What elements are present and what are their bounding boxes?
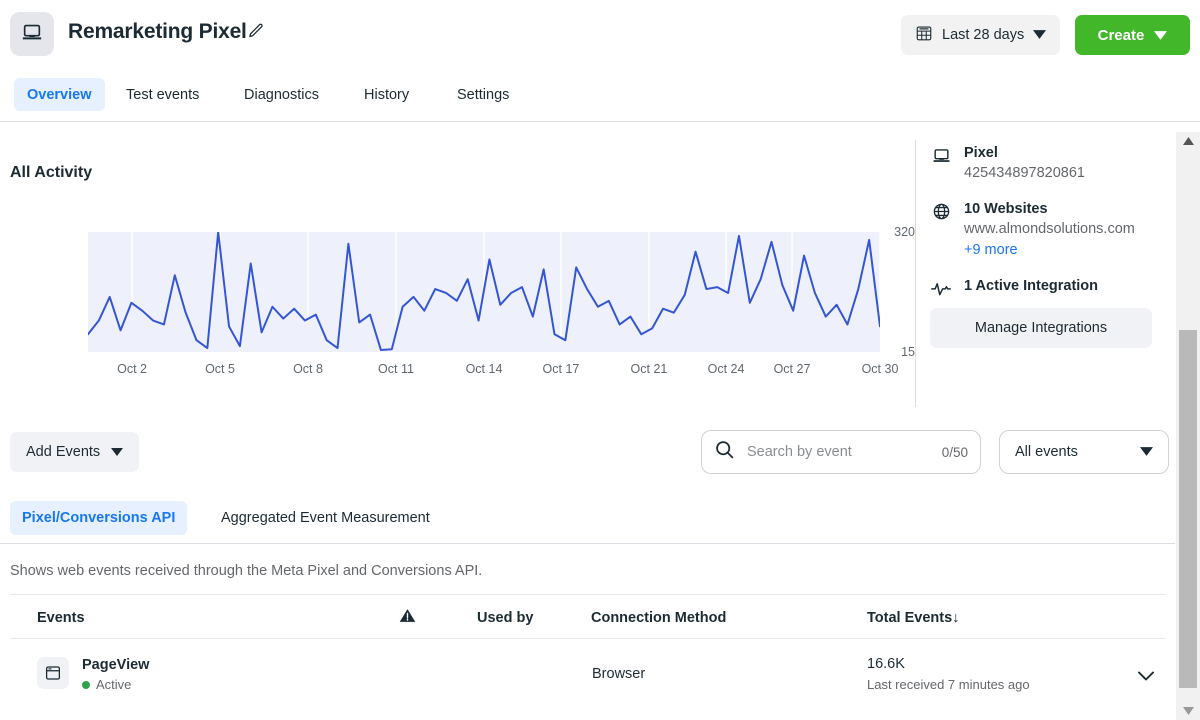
activity-chart: 320 15 Oct 2 Oct 5 Oct 8 Oct 11 Oct 14 Oct 17…	[0, 140, 915, 408]
calendar-grid-icon	[915, 24, 933, 46]
status-dot-icon	[82, 680, 90, 689]
tab-test-events[interactable]: Test events	[113, 78, 212, 111]
laptop-icon	[21, 21, 43, 48]
chart-x-tick: Oct 17	[542, 362, 580, 376]
edit-title-button[interactable]	[244, 21, 268, 45]
tab-history[interactable]: History	[351, 78, 422, 111]
table-description: Shows web events received through the Me…	[10, 563, 483, 579]
chevron-down-icon	[1140, 443, 1153, 461]
search-input[interactable]	[745, 443, 942, 461]
pixel-info-row: Pixel 425434897820861	[930, 144, 1170, 184]
chevron-down-icon	[1033, 27, 1047, 43]
pixel-avatar	[10, 12, 54, 56]
last-received-value: Last received 7 minutes ago	[867, 677, 1030, 692]
scroll-down-button[interactable]	[1176, 702, 1200, 720]
browser-window-icon	[37, 657, 69, 689]
pencil-icon	[247, 22, 265, 45]
pixel-label: Pixel	[964, 145, 998, 161]
integration-label: 1 Active Integration	[964, 278, 1099, 294]
chart-x-tick: Oct 30	[861, 362, 899, 376]
chart-x-tick: Oct 8	[293, 362, 323, 376]
websites-more-link[interactable]: +9 more	[964, 240, 1170, 261]
page-title: Remarketing Pixel	[68, 20, 247, 43]
chart-x-tick: Oct 2	[117, 362, 147, 376]
sort-desc-icon: ↓	[952, 610, 960, 626]
column-header-used-by[interactable]: Used by	[477, 610, 533, 626]
event-source-subtabs: Pixel/Conversions API Aggregated Event M…	[0, 492, 1175, 544]
column-header-total-events-label: Total Events	[867, 610, 953, 626]
add-events-label: Add Events	[26, 444, 101, 460]
chevron-down-icon	[1154, 28, 1168, 43]
page-header: Remarketing Pixel Last 28 days Create	[0, 0, 1200, 68]
pulse-icon	[930, 278, 952, 298]
websites-label: 10 Websites	[964, 201, 1048, 217]
events-filter-label: All events	[1015, 444, 1078, 460]
connection-method-value: Browser	[592, 666, 646, 682]
websites-info-row: 10 Websites www.almondsolutions.com +9 m…	[930, 200, 1170, 261]
laptop-icon	[930, 145, 952, 165]
chart-x-tick: Oct 27	[773, 362, 811, 376]
warning-triangle-icon[interactable]	[399, 607, 416, 628]
status-badge: Active	[82, 677, 131, 692]
add-events-button[interactable]: Add Events	[10, 432, 140, 472]
column-header-events[interactable]: Events	[37, 610, 85, 626]
panel-divider	[915, 140, 916, 407]
page-scrollbar[interactable]	[1176, 132, 1200, 720]
search-icon	[714, 439, 735, 465]
table-row[interactable]: PageView Active Browser 16.6K Last recei…	[10, 639, 1165, 711]
website-domain: www.almondsolutions.com	[964, 221, 1135, 237]
chart-x-tick: Oct 14	[465, 362, 503, 376]
chart-x-tick: Oct 5	[205, 362, 235, 376]
status-label: Active	[96, 677, 132, 692]
search-counter: 0/50	[941, 444, 968, 460]
chart-x-tick: Oct 24	[707, 362, 745, 376]
chart-x-tick: Oct 21	[630, 362, 668, 376]
chart-plot-area	[88, 232, 880, 352]
column-header-total-events[interactable]: Total Events↓	[867, 610, 959, 626]
subtab-pixel-conversions-api[interactable]: Pixel/Conversions API	[10, 501, 188, 535]
event-name: PageView	[82, 657, 150, 673]
chevron-down-icon	[111, 444, 124, 460]
date-range-label: Last 28 days	[942, 27, 1025, 43]
events-filter-dropdown[interactable]: All events	[999, 430, 1169, 474]
total-events-value: 16.6K	[867, 656, 905, 672]
main-tabbar: Overview Test events Diagnostics History…	[0, 68, 1200, 122]
manage-integrations-button[interactable]: Manage Integrations	[930, 308, 1152, 348]
row-expand-button[interactable]	[1135, 665, 1157, 687]
integration-info-row: 1 Active Integration	[930, 277, 1170, 296]
events-table: Events Used by Connection Method Total E…	[10, 594, 1165, 711]
globe-icon	[930, 201, 952, 221]
pixel-info-panel: Pixel 425434897820861 10 Websites www.al…	[930, 144, 1170, 348]
search-container[interactable]: 0/50	[701, 430, 981, 474]
date-range-button[interactable]: Last 28 days	[901, 15, 1061, 55]
subtab-aggregated-event-measurement[interactable]: Aggregated Event Measurement	[209, 501, 442, 535]
create-button-label: Create	[1097, 26, 1145, 44]
tab-diagnostics[interactable]: Diagnostics	[231, 78, 332, 111]
table-header-row: Events Used by Connection Method Total E…	[10, 594, 1165, 639]
create-button[interactable]: Create	[1075, 15, 1190, 55]
chart-x-tick: Oct 11	[378, 362, 414, 376]
scroll-up-button[interactable]	[1176, 132, 1200, 150]
tab-overview[interactable]: Overview	[14, 78, 105, 111]
tab-settings[interactable]: Settings	[444, 78, 522, 111]
scrollbar-thumb[interactable]	[1179, 330, 1197, 688]
column-header-connection-method[interactable]: Connection Method	[591, 610, 726, 626]
pixel-id: 425434897820861	[964, 165, 1085, 181]
